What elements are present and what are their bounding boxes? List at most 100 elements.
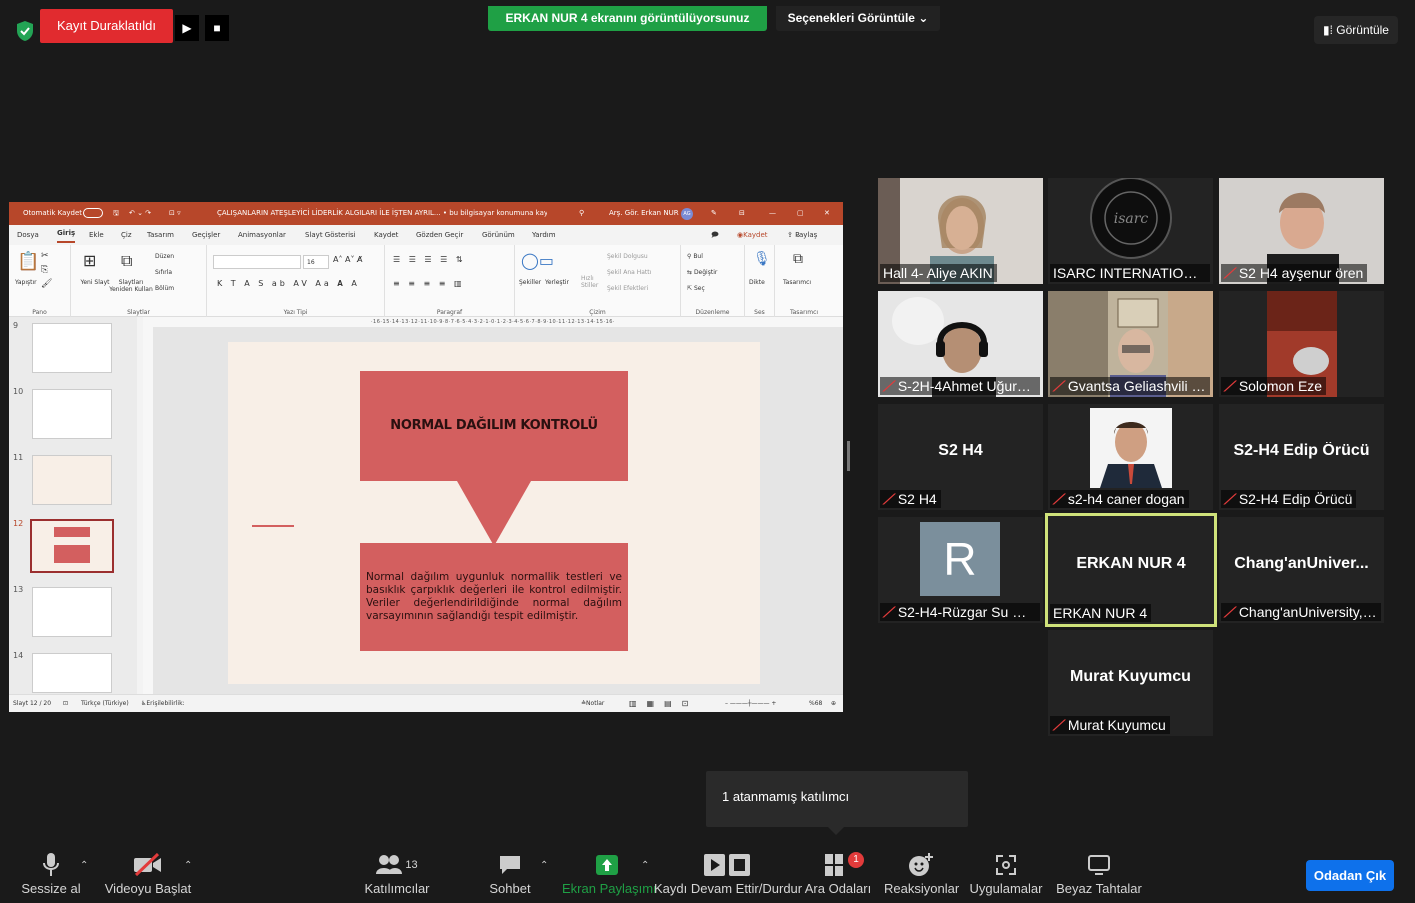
down-arrow-shape[interactable] — [457, 481, 531, 546]
fit-slide-icon[interactable]: ⊕ — [831, 695, 836, 712]
start-video-button[interactable]: Videoyu Başlat — [104, 850, 192, 900]
video-options-caret-icon[interactable]: ⌃ — [184, 860, 192, 871]
slide-thumbnail-10[interactable] — [32, 389, 112, 439]
close-icon[interactable]: ✕ — [824, 202, 830, 225]
reuse-slides-label[interactable]: Slaytları Yeniden Kullan — [109, 279, 153, 293]
maximize-icon[interactable]: ▢ — [797, 202, 804, 225]
participant-tile[interactable]: Murat Kuyumcu ⟋ Murat Kuyumcu — [1048, 630, 1213, 736]
view-options-button[interactable]: Seçenekleri Görüntüle ⌄ — [776, 6, 940, 31]
select-button[interactable]: ⇱ Seç — [687, 285, 705, 292]
pen-icon[interactable]: ✎ — [711, 202, 717, 225]
paste-icon[interactable]: 📋 — [17, 251, 39, 272]
tab-tasarim[interactable]: Tasarım — [147, 225, 174, 245]
whiteboards-button[interactable]: Beyaz Tahtalar — [1056, 850, 1142, 900]
participant-tile[interactable]: isarc ISARC INTERNATIONAL ... — [1048, 178, 1213, 284]
cut-icon[interactable]: ✂ — [41, 251, 49, 261]
tab-ekle[interactable]: Ekle — [89, 225, 104, 245]
search-icon[interactable]: ⚲ — [579, 202, 584, 225]
spellcheck-icon[interactable]: ⊡ — [63, 695, 68, 712]
language-label[interactable]: Türkçe (Türkiye) — [81, 695, 129, 712]
paste-label[interactable]: Yapıştır — [15, 279, 37, 286]
stop-recording-icon[interactable]: ■ — [205, 15, 229, 41]
accessibility-status[interactable]: ♿ Erişilebilirlik: Önerilere göz atın — [141, 695, 185, 712]
breakout-rooms-button[interactable]: 1 Ara Odaları — [804, 850, 872, 900]
tab-dosya[interactable]: Dosya — [17, 225, 39, 245]
share-screen-button[interactable]: Ekran Paylaşımı — [562, 850, 657, 900]
font-format-icons[interactable]: K T A S ab AV Aa 𝐀 A — [217, 279, 360, 289]
tab-ciz[interactable]: Çiz — [121, 225, 132, 245]
copy-icon[interactable]: ⎘ — [41, 265, 48, 275]
chat-options-caret-icon[interactable]: ⌃ — [540, 860, 548, 871]
font-size-input[interactable]: 16 — [303, 255, 329, 269]
recording-status[interactable]: Kayıt Duraklatıldı — [40, 9, 173, 43]
participant-tile[interactable]: R ⟋ S2-H4-Rüzgar Su Gür... — [878, 517, 1043, 623]
slide-heading-box[interactable]: NORMAL DAĞILIM KONTROLÜ — [360, 371, 628, 481]
shared-powerpoint-window[interactable]: Otomatik Kaydet 🖫 ↶ ⌄ ↷ ⊡ ▿ ÇALIŞANLARIN… — [9, 202, 843, 712]
audio-options-caret-icon[interactable]: ⌃ — [80, 860, 88, 871]
shape-outline-button[interactable]: Şekil Ana Hattı — [607, 269, 651, 276]
find-button[interactable]: ⚲ Bul — [687, 253, 703, 260]
security-shield-icon[interactable] — [15, 20, 35, 42]
slide-thumbnail-14[interactable] — [32, 653, 112, 693]
participant-tile[interactable]: ⟋ s2-h4 caner dogan — [1048, 404, 1213, 510]
participant-tile[interactable]: Hall 4- Aliye AKIN — [878, 178, 1043, 284]
quick-styles-label[interactable]: Hızlı Stiller — [581, 275, 601, 289]
zoom-slider[interactable]: – ———┼——— + — [725, 695, 776, 712]
apps-button[interactable]: Uygulamalar — [968, 850, 1044, 900]
designer-label[interactable]: Tasarımcı — [783, 279, 811, 286]
record-pause-button[interactable]: Kaydı Devam Ettir/Durdur — [654, 850, 802, 900]
zoom-level[interactable]: %68 — [809, 695, 822, 712]
notes-button[interactable]: ≙ Notlar — [581, 695, 604, 712]
font-name-input[interactable] — [213, 255, 301, 269]
ribbon-display-icon[interactable]: ⊟ — [739, 202, 745, 225]
participant-tile-active-speaker[interactable]: ERKAN NUR 4 ERKAN NUR 4 — [1045, 513, 1217, 627]
participant-tile[interactable]: ⟋ S-2H-4Ahmet Uğurka... — [878, 291, 1043, 397]
reset-button[interactable]: Sıfırla — [155, 269, 172, 276]
participants-button[interactable]: 13 Katılımcılar — [360, 850, 434, 900]
slide-thumbnail-9[interactable] — [32, 323, 112, 373]
splitter-handle[interactable] — [847, 441, 850, 471]
section-button[interactable]: Bölüm — [155, 285, 174, 292]
mute-button[interactable]: Sessize al — [18, 850, 84, 900]
replace-button[interactable]: ⇆ Değiştir — [687, 269, 717, 276]
shapes-icon[interactable]: ◯▭ — [521, 251, 554, 270]
minimize-icon[interactable]: — — [769, 202, 776, 225]
view-button[interactable]: ▮⁞ Görüntüle — [1314, 16, 1398, 44]
tab-animasyonlar[interactable]: Animasyonlar — [238, 225, 286, 245]
shape-fill-button[interactable]: Şekil Dolgusu — [607, 253, 648, 260]
present-icon[interactable]: ⊡ ▿ — [169, 202, 181, 225]
participant-tile[interactable]: ⟋ Gvantsa Geliashvili Ph... — [1048, 291, 1213, 397]
shapes-label[interactable]: Şekiller — [519, 279, 541, 286]
new-slide-icon[interactable]: ⊞ — [83, 251, 96, 270]
save-icon[interactable]: 🖫 — [113, 202, 119, 225]
undo-icon[interactable]: ↶ ⌄ ↷ — [129, 202, 151, 225]
slide-thumbnail-pane[interactable]: 9 10 11 12 13 14 — [9, 317, 137, 694]
participant-tile[interactable]: S2-H4 Edip Örücü ⟋ S2-H4 Edip Örücü — [1219, 404, 1384, 510]
slide-thumbnail-13[interactable] — [32, 587, 112, 637]
reuse-slides-icon[interactable]: ⧉ — [121, 251, 132, 271]
tab-kaydet[interactable]: Kaydet — [374, 225, 398, 245]
dictate-label[interactable]: Dikte — [749, 279, 765, 286]
list-icons[interactable]: ☰ ☰ ☰ ☰ ⇅ — [393, 255, 466, 264]
tab-gozden-gecir[interactable]: Gözden Geçir — [416, 225, 463, 245]
view-mode-icons[interactable]: ▥▦▤⊡ — [629, 695, 698, 712]
microphone-icon[interactable]: 🎙 — [753, 251, 771, 267]
tab-gorunum[interactable]: Görünüm — [482, 225, 515, 245]
participant-tile[interactable]: S2 H4 ⟋ S2 H4 — [878, 404, 1043, 510]
tab-gecisler[interactable]: Geçişler — [192, 225, 220, 245]
slide-thumbnail-12-selected[interactable] — [30, 519, 114, 573]
format-painter-icon[interactable]: 🖌 — [41, 279, 52, 289]
resume-recording-icon[interactable]: ▶ — [175, 15, 199, 41]
arrange-label[interactable]: Yerleştir — [545, 279, 569, 286]
layout-button[interactable]: Düzen — [155, 253, 174, 260]
current-slide[interactable]: NORMAL DAĞILIM KONTROLÜ Normal dağılım u… — [228, 342, 760, 684]
shape-effects-button[interactable]: Şekil Efektleri — [607, 285, 648, 292]
designer-icon[interactable]: ⧉ — [793, 251, 803, 267]
slide-body-box[interactable]: Normal dağılım uygunluk normallik testle… — [360, 543, 628, 651]
tab-giris[interactable]: Giriş — [57, 225, 76, 243]
participant-tile[interactable]: Chang'anUniver... ⟋ Chang'anUniversity, Y… — [1219, 517, 1384, 623]
share-options-caret-icon[interactable]: ⌃ — [641, 860, 649, 871]
slide-thumbnail-11[interactable] — [32, 455, 112, 505]
align-icons[interactable]: ≡ ≡ ≡ ≡ ▥ — [393, 279, 465, 288]
font-grow-icon[interactable]: A˄ A˅ A̸ — [333, 255, 363, 264]
